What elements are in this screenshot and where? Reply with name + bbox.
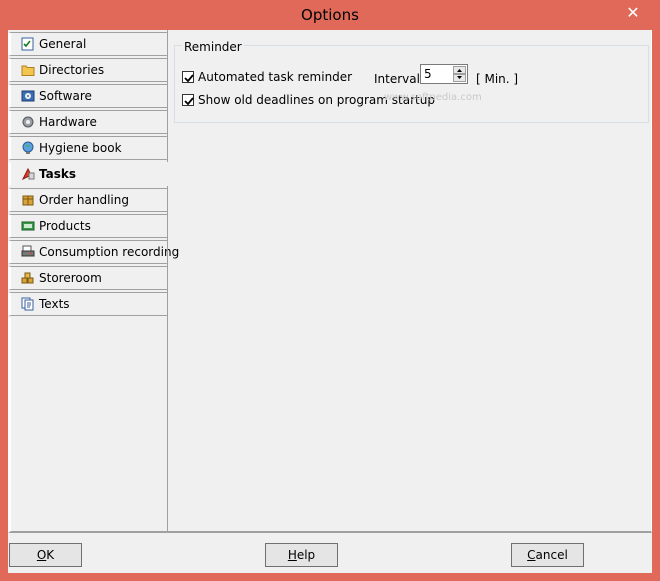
options-tab-list: General Directories Software Hardware Hy…	[8, 30, 179, 316]
checklist-icon	[21, 37, 34, 51]
ok-label-rest: K	[46, 548, 55, 562]
tab-label: Hardware	[39, 115, 97, 129]
interval-spinner[interactable]: 5	[420, 64, 468, 84]
tab-label: Tasks	[39, 167, 77, 181]
checkbox-label: Automated task reminder	[198, 70, 353, 84]
tab-label: Hygiene book	[39, 141, 122, 155]
spinner-up-button[interactable]	[453, 66, 466, 74]
close-icon: ✕	[626, 3, 640, 22]
cancel-accel: C	[527, 548, 536, 562]
interval-label: Interval	[374, 72, 420, 86]
tasks-icon	[21, 167, 35, 181]
tab-software[interactable]: Software	[8, 84, 168, 108]
help-accel: H	[287, 548, 297, 562]
reminder-group-title: Reminder	[182, 40, 244, 54]
tab-label: Consumption recording	[39, 245, 180, 259]
folder-icon	[21, 65, 35, 76]
tab-products[interactable]: Products	[8, 214, 168, 238]
dialog-client-area: General Directories Software Hardware Hy…	[8, 30, 652, 573]
cancel-label-rest: ancel	[535, 548, 568, 562]
options-window: Options ✕ General Directories Software H…	[0, 0, 660, 581]
checkmark-icon	[184, 97, 194, 106]
help-label-rest: elp	[296, 548, 316, 562]
tab-label: Products	[39, 219, 91, 233]
cancel-button[interactable]: Cancel	[511, 543, 584, 567]
tab-label: Texts	[39, 297, 70, 311]
watermark-text: www.softpedia.com	[384, 92, 482, 103]
tab-consumption-recording[interactable]: Consumption recording	[8, 240, 179, 264]
title-bar[interactable]: Options ✕	[0, 0, 660, 30]
tab-hardware[interactable]: Hardware	[8, 110, 168, 134]
tab-tasks[interactable]: Tasks	[8, 162, 170, 186]
tab-order-handling[interactable]: Order handling	[8, 188, 168, 212]
tasks-panel: Reminder Automated task reminder Interva…	[167, 30, 652, 533]
checkmark-icon	[184, 74, 194, 83]
tab-texts[interactable]: Texts	[8, 292, 168, 316]
tab-label: Storeroom	[39, 271, 102, 285]
interval-value[interactable]: 5	[424, 67, 432, 81]
storeroom-icon	[21, 272, 34, 284]
interval-unit-label: [ Min. ]	[476, 72, 519, 86]
package-icon	[22, 195, 34, 206]
tab-label: Order handling	[39, 193, 129, 207]
help-button[interactable]: Help	[265, 543, 338, 567]
documents-icon	[21, 297, 34, 311]
checkbox-box[interactable]	[182, 71, 194, 83]
arrow-down-icon	[457, 76, 462, 79]
close-button[interactable]: ✕	[620, 3, 646, 23]
globe-icon	[22, 141, 34, 154]
tab-label: Software	[39, 89, 92, 103]
product-icon	[21, 221, 35, 231]
tab-storeroom[interactable]: Storeroom	[8, 266, 168, 290]
tab-list-filler	[8, 318, 168, 533]
window-title: Options	[301, 6, 359, 24]
arrow-up-icon	[457, 69, 462, 72]
tab-label: Directories	[39, 63, 105, 77]
spinner-down-button[interactable]	[453, 74, 466, 82]
tab-directories[interactable]: Directories	[8, 58, 168, 82]
tab-label: General	[39, 37, 87, 51]
tab-general[interactable]: General	[8, 32, 168, 56]
ok-button[interactable]: OK	[9, 543, 82, 567]
ok-accel: O	[36, 548, 47, 562]
gear-icon	[22, 116, 34, 128]
software-icon	[21, 90, 35, 102]
spinner-buttons	[453, 66, 466, 82]
tab-hygiene-book[interactable]: Hygiene book	[8, 136, 168, 160]
checkbox-box[interactable]	[182, 94, 194, 106]
printer-icon	[21, 245, 35, 257]
